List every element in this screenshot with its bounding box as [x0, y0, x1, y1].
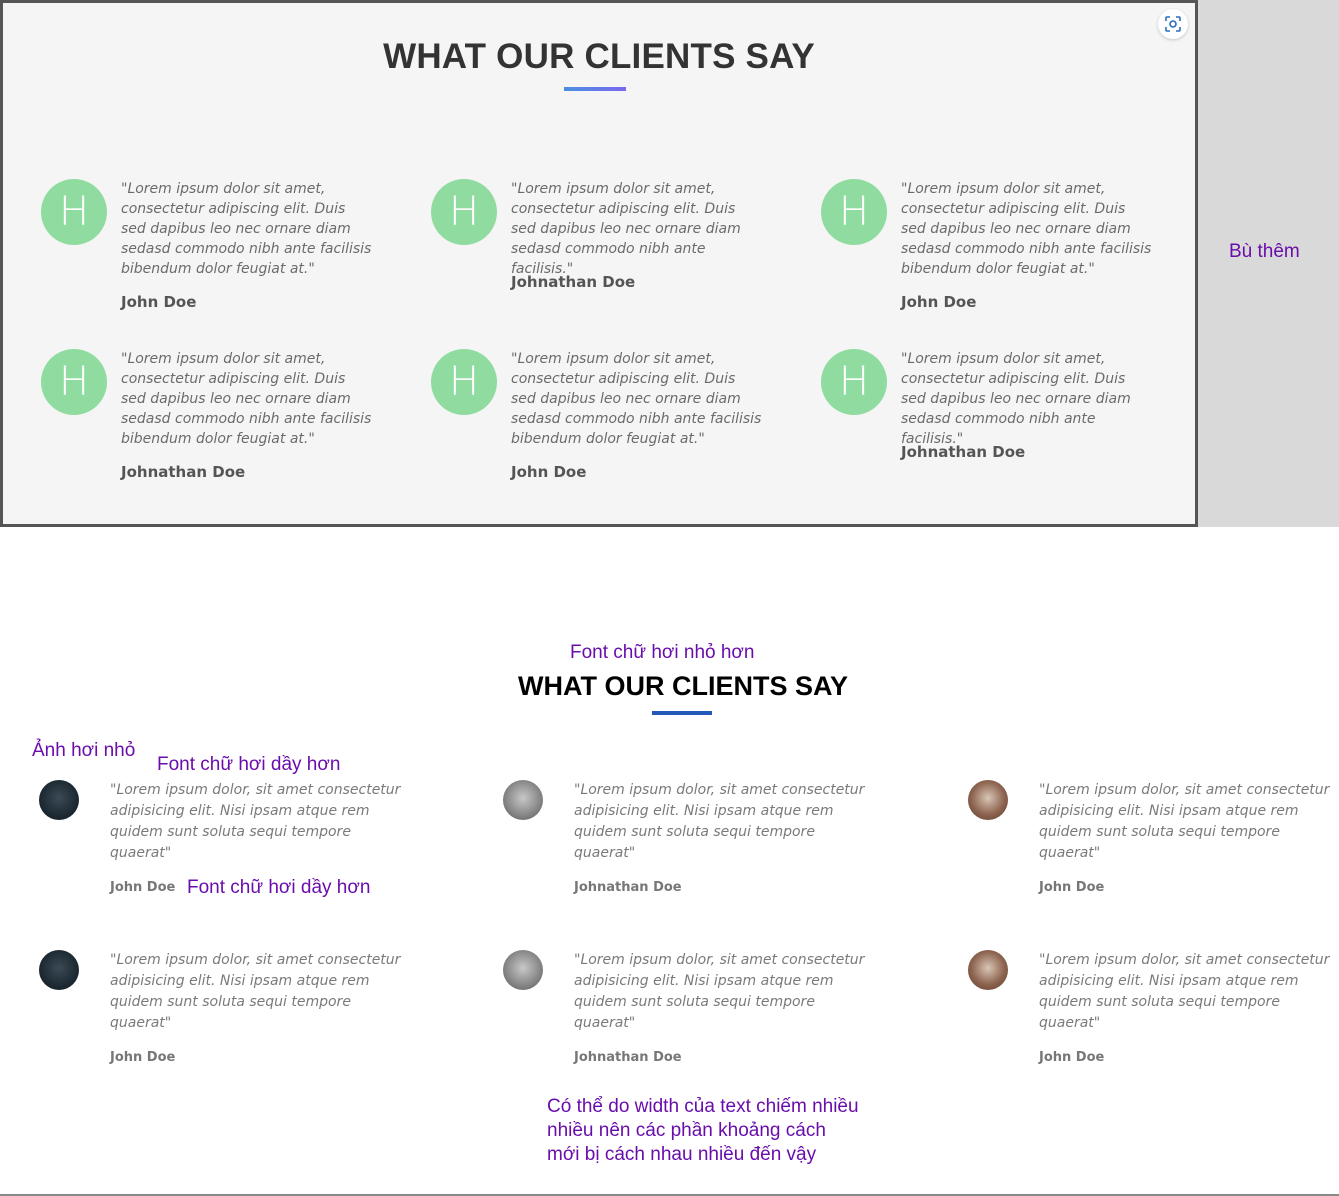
- testimonial-quote: "Lorem ipsum dolor sit amet, consectetur…: [901, 181, 1152, 277]
- avatar: H: [41, 349, 107, 415]
- testimonial-quote: "Lorem ipsum dolor, sit amet consectetur…: [1039, 782, 1330, 861]
- capture-icon: [1165, 16, 1181, 32]
- screenshot-capture-button[interactable]: [1158, 9, 1188, 39]
- avatar: H: [821, 349, 887, 415]
- testimonial-quote: "Lorem ipsum dolor, sit amet consectetur…: [110, 782, 401, 861]
- avatar: H: [431, 349, 497, 415]
- testimonial-name: John Doe: [110, 880, 176, 895]
- annotation-note: Ảnh hơi nhỏ: [32, 740, 136, 761]
- testimonial-quote: "Lorem ipsum dolor sit amet, consectetur…: [121, 351, 372, 447]
- testimonial-name: Johnathan Doe: [511, 273, 636, 291]
- avatar: [503, 950, 543, 990]
- testimonial-name: John Doe: [901, 293, 977, 311]
- annotation-note: Có thể do width của text chiếm nhiều: [547, 1096, 859, 1117]
- testimonial-name: Johnathan Doe: [121, 463, 246, 481]
- section-title: WHAT OUR CLIENTS SAY: [517, 671, 848, 701]
- avatar: [39, 950, 79, 990]
- testimonial-name: Johnathan Doe: [574, 880, 682, 895]
- testimonial-quote: "Lorem ipsum dolor sit amet, consectetur…: [121, 181, 372, 277]
- title-underline: [652, 711, 712, 715]
- testimonial-name: Johnathan Doe: [574, 1050, 682, 1065]
- reference-panel: WHAT OUR CLIENTS SAY H "Lorem ipsum dolo…: [0, 0, 1198, 527]
- avatar: [39, 780, 79, 820]
- section-title: WHAT OUR CLIENTS SAY: [383, 37, 815, 76]
- avatar: [968, 780, 1008, 820]
- avatar: H: [821, 179, 887, 245]
- title-underline: [564, 87, 626, 91]
- avatar: [503, 780, 543, 820]
- testimonial-name: John Doe: [1039, 1050, 1105, 1065]
- annotation-note: Bù thêm: [1229, 241, 1300, 262]
- testimonial-quote: "Lorem ipsum dolor sit amet, consectetur…: [511, 351, 762, 447]
- testimonial-name: John Doe: [1039, 880, 1105, 895]
- testimonial-quote: "Lorem ipsum dolor, sit amet consectetur…: [574, 952, 865, 1031]
- testimonial-quote: "Lorem ipsum dolor, sit amet consectetur…: [574, 782, 865, 861]
- avatar: [968, 950, 1008, 990]
- annotation-note: Font chữ hơi dầy hơn: [187, 877, 371, 898]
- annotation-note: mới bị cách nhau nhiều đến vậy: [547, 1144, 817, 1165]
- testimonial-quote: "Lorem ipsum dolor sit amet, consectetur…: [901, 351, 1131, 447]
- testimonial-quote: "Lorem ipsum dolor sit amet, consectetur…: [511, 181, 741, 277]
- annotation-note: Font chữ hơi nhỏ hơn: [570, 642, 755, 663]
- testimonial-quote: "Lorem ipsum dolor, sit amet consectetur…: [1039, 952, 1330, 1031]
- testimonial-name: John Doe: [121, 293, 197, 311]
- testimonial-name: John Doe: [511, 463, 587, 481]
- annotation-note: Font chữ hơi dầy hơn: [157, 754, 341, 775]
- annotation-note: nhiều nên các phần khoảng cách: [547, 1120, 826, 1141]
- testimonial-name: John Doe: [110, 1050, 176, 1065]
- avatar: H: [431, 179, 497, 245]
- testimonial-name: Johnathan Doe: [901, 443, 1026, 461]
- testimonial-quote: "Lorem ipsum dolor, sit amet consectetur…: [110, 952, 401, 1031]
- avatar: H: [41, 179, 107, 245]
